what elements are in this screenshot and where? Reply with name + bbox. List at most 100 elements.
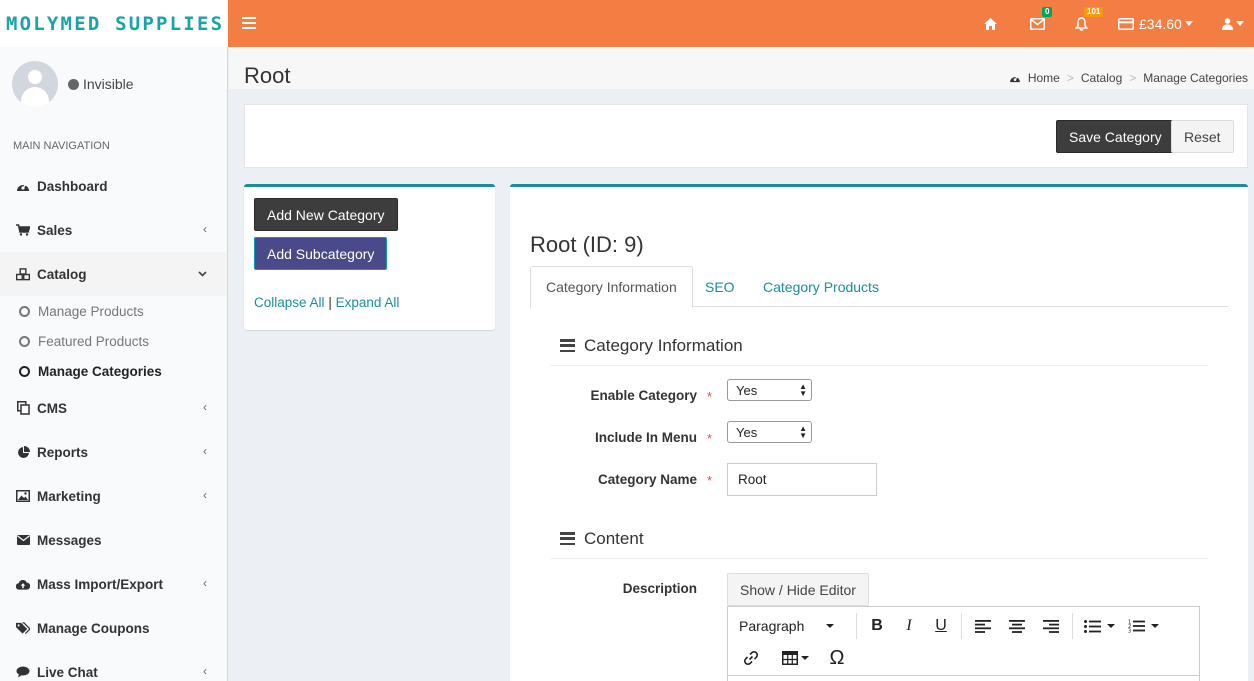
section-content: Content <box>550 519 1208 559</box>
link-icon[interactable] <box>728 643 774 673</box>
section-title-label: Category Information <box>584 335 743 355</box>
enable-category-select[interactable]: Yes ▲ ▼ <box>727 379 812 401</box>
balance-amount: £34.60 <box>1139 15 1182 32</box>
format-select[interactable]: Paragraph <box>728 611 852 641</box>
sidebar-item-dashboard[interactable]: Dashboard <box>0 164 227 208</box>
editor-divider <box>728 675 1199 676</box>
numbered-list-icon[interactable]: 123 <box>1121 611 1165 641</box>
select-value: Yes <box>736 382 758 398</box>
sidebar-subitem-label: Featured Products <box>38 333 150 349</box>
underline-icon[interactable]: U <box>925 611 957 641</box>
sidebar-item-marketing[interactable]: Marketing ‹ <box>0 474 227 518</box>
bars-icon <box>560 339 575 352</box>
select-arrows-icon: ▲ ▼ <box>799 424 807 440</box>
sidebar-item-manage-coupons[interactable]: Manage Coupons <box>0 606 227 650</box>
breadcrumb-current: Manage Categories <box>1143 71 1248 85</box>
select-value: Yes <box>736 424 758 440</box>
chevron-left-icon: ‹ <box>203 400 207 414</box>
sidebar-item-label: CMS <box>37 400 67 416</box>
sidebar-item-cms[interactable]: CMS ‹ <box>0 386 227 430</box>
balance-dropdown[interactable]: £34.60 <box>1118 0 1193 47</box>
collapse-all-link[interactable]: Collapse All <box>254 295 325 310</box>
notifications-link[interactable]: 101 <box>1075 0 1104 47</box>
sidebar-item-live-chat[interactable]: Live Chat ‹ <box>0 650 227 681</box>
chevron-left-icon: ‹ <box>203 488 207 502</box>
align-center-icon[interactable] <box>1000 611 1034 641</box>
user-status: Invisible <box>68 76 134 92</box>
sidebar-item-label: Mass Import/Export <box>37 576 164 592</box>
breadcrumb-catalog[interactable]: Catalog <box>1081 71 1122 85</box>
sidebar-item-reports[interactable]: Reports ‹ <box>0 430 227 474</box>
sidebar-subitem-manage-categories[interactable]: Manage Categories <box>0 356 227 386</box>
user-menu[interactable] <box>1222 0 1244 47</box>
svg-text:3: 3 <box>1128 629 1131 634</box>
sidebar-item-label: Catalog <box>37 266 87 282</box>
breadcrumb-separator: > <box>1129 71 1137 85</box>
section-title-label: Content <box>584 528 644 548</box>
messages-link[interactable]: 0 <box>1030 0 1053 47</box>
bullet-list-icon[interactable] <box>1077 611 1121 641</box>
home-link[interactable] <box>984 0 997 47</box>
include-in-menu-select[interactable]: Yes ▲ ▼ <box>727 421 812 443</box>
add-new-category-button[interactable]: Add New Category <box>254 198 398 231</box>
user-status-label: Invisible <box>83 76 134 92</box>
show-hide-editor-button[interactable]: Show / Hide Editor <box>727 573 869 606</box>
circle-icon <box>19 365 30 377</box>
editor-toolbar-row: Paragraph B I U 123 <box>728 609 1199 643</box>
required-mark: * <box>707 389 713 404</box>
category-name-input[interactable]: Root <box>727 463 877 496</box>
sidebar-item-catalog[interactable]: Catalog <box>0 252 227 296</box>
sidebar-subitem-manage-products[interactable]: Manage Products <box>0 296 227 326</box>
circle-icon <box>19 335 30 347</box>
chevron-left-icon: ‹ <box>203 576 207 590</box>
link-separator: | <box>328 295 332 310</box>
sidebar-item-messages[interactable]: Messages <box>0 518 227 562</box>
logo-text: MOLYMED SUPPLIES <box>6 12 225 35</box>
include-in-menu-label: Include In Menu <box>594 430 697 445</box>
save-category-button[interactable]: Save Category <box>1056 120 1175 153</box>
sidebar-item-label: Dashboard <box>37 178 108 194</box>
table-icon[interactable] <box>774 643 816 673</box>
chevron-down-icon <box>198 266 207 280</box>
tab-seo[interactable]: SEO <box>690 266 750 307</box>
align-right-icon[interactable] <box>1034 611 1068 641</box>
home-icon <box>984 17 997 30</box>
expand-all-link[interactable]: Expand All <box>336 295 400 310</box>
chevron-left-icon: ‹ <box>203 222 207 236</box>
sidebar-item-label: Sales <box>37 222 73 238</box>
tab-category-information[interactable]: Category Information <box>530 266 693 308</box>
logo[interactable]: MOLYMED SUPPLIES <box>0 0 228 47</box>
nav-header: MAIN NAVIGATION <box>13 140 110 152</box>
chat-icon <box>16 665 30 679</box>
breadcrumb-separator: > <box>1066 71 1074 85</box>
italic-icon[interactable]: I <box>893 611 925 641</box>
notifications-badge: 101 <box>1084 7 1104 17</box>
align-left-icon[interactable] <box>966 611 1000 641</box>
add-subcategory-button[interactable]: Add Subcategory <box>254 237 388 270</box>
sidebar-toggle-icon[interactable] <box>242 14 256 30</box>
dashboard-icon <box>16 179 30 193</box>
enable-category-label: Enable Category <box>590 388 697 403</box>
sidebar-subitem-featured-products[interactable]: Featured Products <box>0 326 227 356</box>
category-name-label: Category Name <box>597 472 697 487</box>
bell-icon <box>1075 16 1088 31</box>
breadcrumb: Home > Catalog > Manage Categories <box>1009 71 1248 85</box>
status-dot-icon <box>68 78 79 90</box>
chevron-down-icon <box>800 656 809 660</box>
editor-toolbar-row: Ω <box>728 641 1199 675</box>
chevron-left-icon: ‹ <box>203 444 207 458</box>
avatar <box>12 61 58 107</box>
sidebar-item-mass-import-export[interactable]: Mass Import/Export ‹ <box>0 562 227 606</box>
circle-icon <box>19 305 30 317</box>
bold-icon[interactable]: B <box>861 611 893 641</box>
sidebar-item-sales[interactable]: Sales ‹ <box>0 208 227 252</box>
tree-links: Collapse All | Expand All <box>254 295 399 310</box>
special-character-icon[interactable]: Ω <box>816 643 858 673</box>
tab-category-products[interactable]: Category Products <box>748 266 894 307</box>
breadcrumb-home[interactable]: Home <box>1028 71 1060 85</box>
reset-button[interactable]: Reset <box>1171 120 1234 153</box>
format-select-value: Paragraph <box>739 618 805 634</box>
chevron-down-icon <box>826 624 835 628</box>
sidebar-item-label: Reports <box>37 444 89 460</box>
category-title: Root (ID: 9) <box>530 232 644 257</box>
